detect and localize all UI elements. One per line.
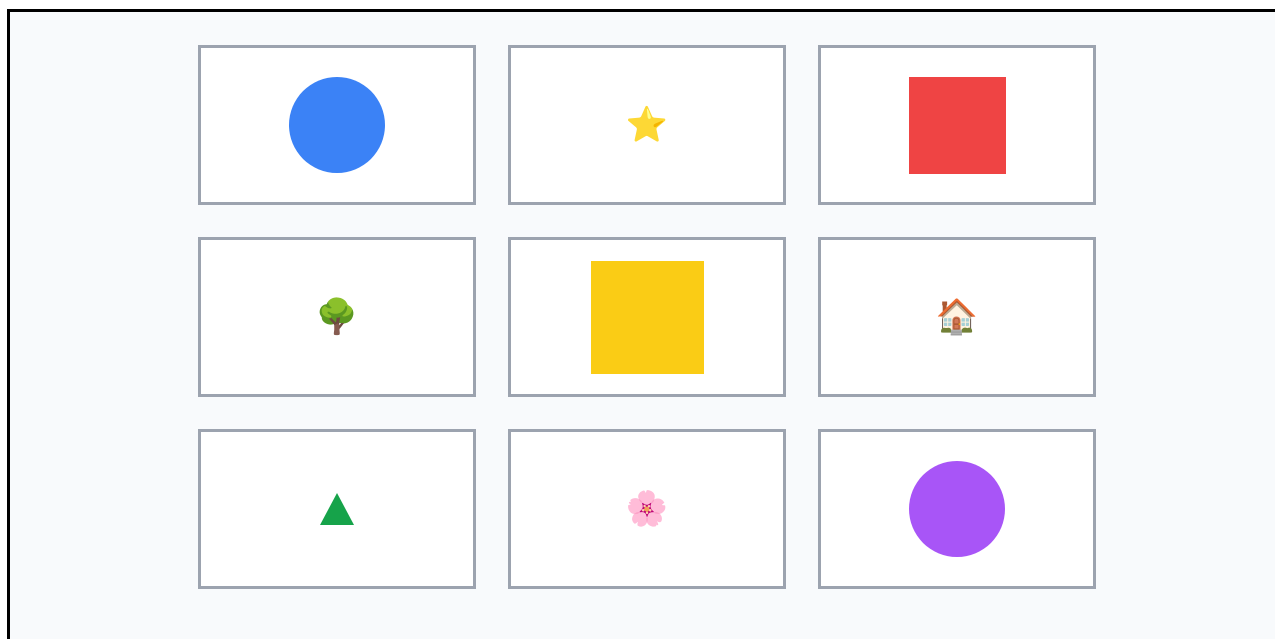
card-7[interactable]: [198, 429, 476, 589]
card-3[interactable]: [818, 45, 1096, 205]
tree-icon: 🌳: [315, 297, 359, 337]
card-6[interactable]: 🏠: [818, 237, 1096, 397]
blue-circle-icon: [289, 77, 385, 173]
card-8[interactable]: 🌸: [508, 429, 786, 589]
card-4[interactable]: 🌳: [198, 237, 476, 397]
purple-circle-icon: [909, 461, 1005, 557]
red-square-icon: [908, 76, 1006, 174]
cherry-blossom-icon: 🌸: [625, 489, 669, 529]
card-5[interactable]: [508, 237, 786, 397]
card-1[interactable]: [198, 45, 476, 205]
star-icon: ⭐: [625, 105, 669, 145]
green-triangle-icon: [320, 493, 354, 525]
house-icon: 🏠: [935, 297, 979, 337]
card-9[interactable]: [818, 429, 1096, 589]
card-2[interactable]: ⭐: [508, 45, 786, 205]
card-grid: ⭐ 🌳 🏠 🌸: [198, 45, 1096, 589]
yellow-square-icon: [590, 260, 704, 374]
